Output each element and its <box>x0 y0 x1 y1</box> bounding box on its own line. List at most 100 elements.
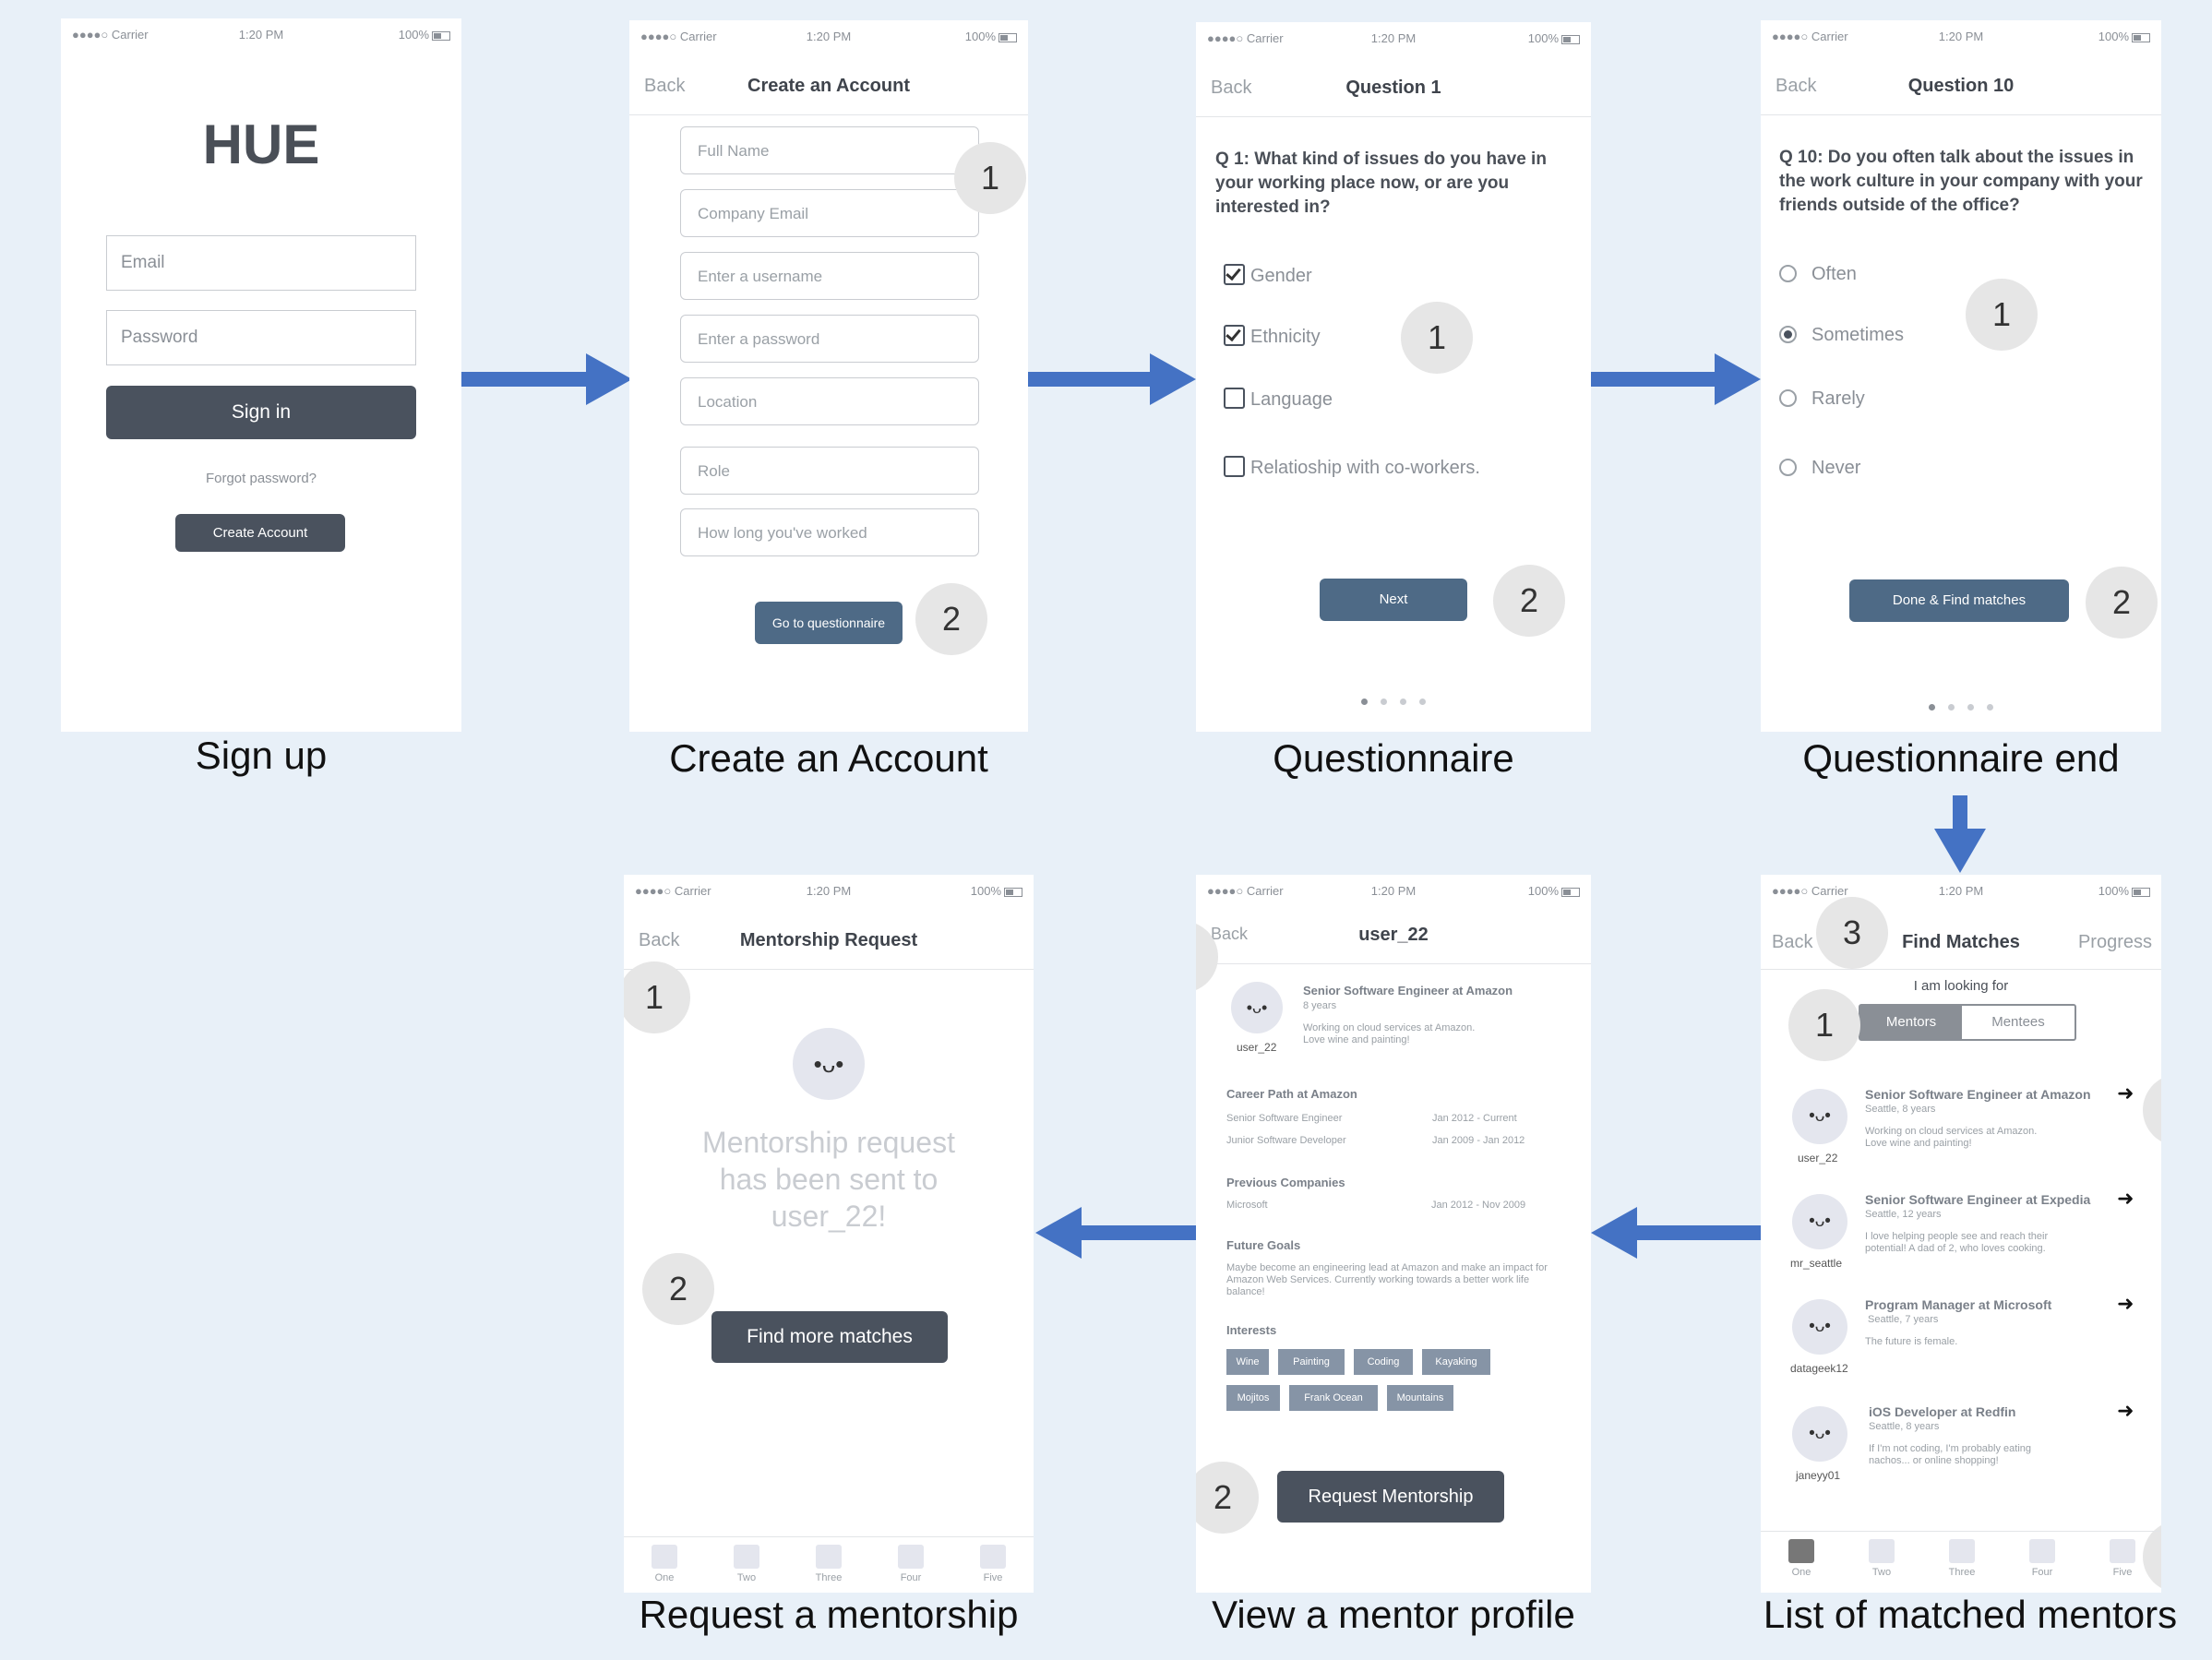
forgot-password-link[interactable]: Forgot password? <box>61 471 461 486</box>
tab-five[interactable]: Five <box>2104 1539 2141 1578</box>
nav-bar: Back Mentorship Request <box>624 908 1034 970</box>
tab-three[interactable]: Three <box>1943 1539 1980 1578</box>
nav-bar: Back Create an Account <box>629 54 1028 115</box>
tab-icon <box>1788 1539 1814 1563</box>
tab-two[interactable]: Two <box>1863 1539 1900 1578</box>
option-language[interactable]: Language <box>1224 388 1333 411</box>
avatar: •ᴗ• <box>1231 982 1283 1033</box>
tab-two[interactable]: Two <box>728 1545 765 1583</box>
career-role-2: Junior Software Developer <box>1226 1135 1346 1146</box>
caption-list-mentors: List of matched mentors <box>1763 1593 2178 1636</box>
mentor-mentee-toggle: Mentors Mentees <box>1859 1004 2076 1041</box>
username-field[interactable]: Enter a username <box>680 252 979 300</box>
match-bio: If I'm not coding, I'm probably eating n… <box>1869 1443 2032 1466</box>
request-mentorship-button[interactable]: Request Mentorship <box>1277 1471 1504 1523</box>
match-bio: Working on cloud services at Amazon. Lov… <box>1865 1126 2038 1149</box>
tab-three[interactable]: Three <box>810 1545 847 1583</box>
page-dots <box>1761 699 2161 715</box>
arrow-right-icon[interactable]: ➜ <box>2117 1081 2134 1105</box>
battery-label: 100% <box>1528 884 1580 898</box>
match-meta: Seattle, 12 years <box>1865 1209 1942 1220</box>
find-more-matches-button[interactable]: Find more matches <box>711 1311 948 1363</box>
radio-selected-icon <box>1779 326 1797 343</box>
match-username: janeyy01 <box>1796 1469 1841 1482</box>
done-find-matches-button[interactable]: Done & Find matches <box>1849 579 2069 622</box>
segment-mentors[interactable]: Mentors <box>1860 1006 1962 1039</box>
list-item[interactable]: •ᴗ• datageek12 Program Manager at Micros… <box>1761 1292 2161 1388</box>
interest-tag: Coding <box>1354 1349 1413 1375</box>
step-badge-2: 2 <box>1493 565 1565 637</box>
tab-icon <box>2029 1539 2055 1563</box>
interest-tag: Painting <box>1278 1349 1345 1375</box>
tab-four[interactable]: Four <box>2024 1539 2061 1578</box>
career-dates-1: Jan 2012 - Current <box>1432 1113 1517 1124</box>
next-button[interactable]: Next <box>1320 579 1467 621</box>
option-sometimes[interactable]: Sometimes <box>1779 325 1904 346</box>
segment-mentees[interactable]: Mentees <box>1962 1006 2074 1039</box>
match-title: Senior Software Engineer at Amazon <box>1865 1087 2091 1102</box>
match-meta: Seattle, 8 years <box>1865 1104 1936 1115</box>
role-field[interactable]: Role <box>680 447 979 495</box>
password-field[interactable]: Enter a password <box>680 315 979 363</box>
tab-icon <box>816 1545 842 1569</box>
flow-arrow-4 <box>1591 1207 1761 1259</box>
option-often[interactable]: Often <box>1779 264 1857 285</box>
checkbox-icon <box>1224 456 1245 477</box>
option-never[interactable]: Never <box>1779 458 1860 479</box>
previous-heading: Previous Companies <box>1226 1176 1345 1189</box>
list-item[interactable]: •ᴗ• janeyy01 iOS Developer at Redfin Sea… <box>1761 1399 2161 1495</box>
battery-label: 100% <box>2098 884 2150 898</box>
tab-five[interactable]: Five <box>974 1545 1011 1583</box>
go-to-questionnaire-button[interactable]: Go to questionnaire <box>755 602 903 644</box>
option-rarely[interactable]: Rarely <box>1779 388 1865 410</box>
checkbox-checked-icon <box>1224 264 1245 285</box>
step-badge-2: 2 <box>915 583 987 655</box>
interest-tag: Kayaking <box>1422 1349 1490 1375</box>
full-name-field[interactable]: Full Name <box>680 126 979 174</box>
mentorship-request-screen: ●●●●○ Carrier 1:20 PM 100% Back Mentorsh… <box>624 875 1034 1593</box>
battery-icon <box>432 30 450 41</box>
tab-bar: One Two Three Four Five <box>1761 1531 2161 1593</box>
arrow-right-icon[interactable]: ➜ <box>2117 1399 2134 1423</box>
list-item[interactable]: •ᴗ• mr_seattle Senior Software Engineer … <box>1761 1187 2161 1283</box>
company-email-field[interactable]: Company Email <box>680 189 979 237</box>
option-coworkers[interactable]: Relatioship with co-workers. <box>1224 456 1480 479</box>
nav-bar: Back Question 10 <box>1761 54 2161 115</box>
avatar: •ᴗ• <box>1792 1194 1847 1249</box>
question-10-screen: ●●●●○ Carrier 1:20 PM 100% Back Question… <box>1761 20 2161 732</box>
tab-four[interactable]: Four <box>892 1545 929 1583</box>
request-sent-message: Mentorship request has been sent to user… <box>702 1126 955 1233</box>
location-field[interactable]: Location <box>680 377 979 425</box>
create-account-button[interactable]: Create Account <box>175 514 345 552</box>
interest-tag: Mojitos <box>1226 1385 1280 1411</box>
signin-button[interactable]: Sign in <box>106 386 416 439</box>
interest-tag: Frank Ocean <box>1289 1385 1378 1411</box>
checkbox-icon <box>1224 388 1245 409</box>
tab-icon <box>898 1545 924 1569</box>
option-gender[interactable]: Gender <box>1224 264 1312 287</box>
tab-one[interactable]: One <box>1783 1539 1820 1578</box>
page-dots <box>1196 693 1591 710</box>
status-bar: ●●●●○ Carrier 1:20 PM 100% <box>1761 20 2161 52</box>
battery-icon <box>1561 887 1580 897</box>
app-logo: HUE <box>202 113 320 175</box>
step-badge-1: 1 <box>1788 989 1860 1061</box>
interest-tag: Mountains <box>1387 1385 1453 1411</box>
match-username: mr_seattle <box>1790 1257 1843 1270</box>
battery-label: 100% <box>965 30 1017 43</box>
list-item[interactable]: •ᴗ• user_22 Senior Software Engineer at … <box>1761 1081 2161 1177</box>
option-ethnicity[interactable]: Ethnicity <box>1224 325 1321 348</box>
progress-link[interactable]: Progress <box>2078 932 2152 953</box>
profile-username: user_22 <box>1237 1041 1277 1054</box>
career-dates-2: Jan 2009 - Jan 2012 <box>1432 1135 1525 1146</box>
password-input[interactable]: Password <box>106 310 416 365</box>
email-input[interactable]: Email <box>106 235 416 291</box>
tab-one[interactable]: One <box>646 1545 683 1583</box>
step-badge-1: 1 <box>624 961 690 1033</box>
caption-request-mentorship: Request a mentorship <box>639 1593 1019 1636</box>
interests-heading: Interests <box>1226 1323 1277 1337</box>
status-bar: ●●●●○ Carrier 1:20 PM 100% <box>1196 875 1591 906</box>
work-duration-field[interactable]: How long you've worked <box>680 508 979 556</box>
arrow-right-icon[interactable]: ➜ <box>2117 1187 2134 1211</box>
arrow-right-icon[interactable]: ➜ <box>2117 1292 2134 1316</box>
